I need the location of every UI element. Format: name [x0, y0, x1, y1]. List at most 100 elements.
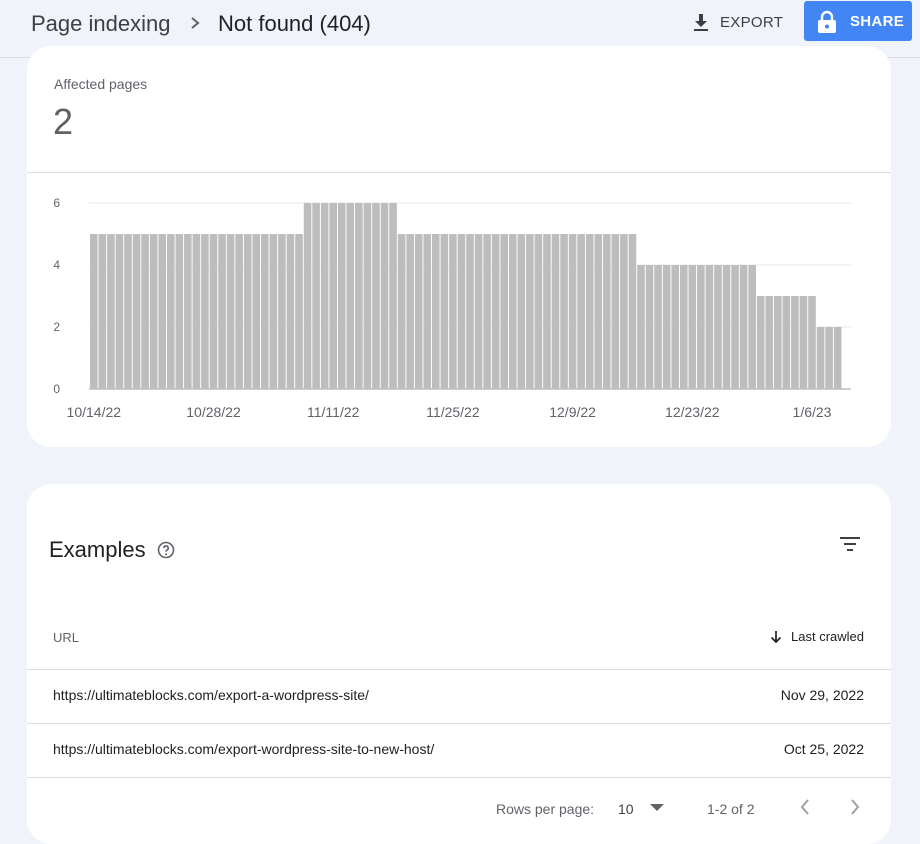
- filter-icon[interactable]: [839, 535, 861, 553]
- chart-bar: [748, 265, 756, 389]
- chart-bar: [671, 265, 679, 389]
- chart-bar: [603, 234, 611, 389]
- chart-bar: [560, 234, 568, 389]
- chart-bar: [637, 265, 645, 389]
- help-circle-icon[interactable]: [157, 541, 175, 559]
- chart-bar: [628, 234, 637, 389]
- chart-bar: [697, 265, 705, 389]
- chart-bar: [620, 234, 628, 389]
- y-tick-label: 6: [53, 196, 60, 210]
- chart-bar: [679, 265, 688, 389]
- x-tick-label: 11/25/22: [426, 404, 480, 420]
- chart-bar: [201, 234, 209, 389]
- chart-bar: [816, 327, 825, 389]
- chart-bar: [141, 234, 149, 389]
- chart-bar: [414, 234, 423, 389]
- chart-bar: [269, 234, 278, 389]
- chart-bar: [252, 234, 261, 389]
- x-tick-label: 10/28/22: [186, 404, 241, 420]
- chart-bar: [722, 265, 731, 389]
- page-title: Not found (404): [218, 11, 371, 36]
- chart-bar: [406, 234, 414, 389]
- chevron-left-icon[interactable]: [797, 797, 813, 817]
- chart-bar: [594, 234, 603, 389]
- rows-per-page-label: Rows per page:: [496, 801, 595, 817]
- divider: [27, 777, 891, 778]
- chart-bar: [124, 234, 132, 389]
- chart-bar: [791, 296, 799, 389]
- chevron-right-icon[interactable]: [847, 797, 863, 817]
- chart-bar: [714, 265, 722, 389]
- x-tick-label: 11/11/22: [307, 404, 360, 420]
- chart-bar: [312, 203, 320, 389]
- chart-bar: [261, 234, 269, 389]
- chart-bar: [756, 296, 765, 389]
- chart-bar: [799, 296, 808, 389]
- chart-bar: [397, 234, 406, 389]
- column-header-last-crawled[interactable]: Last crawled: [769, 629, 864, 644]
- chart-bar: [808, 296, 816, 389]
- export-button[interactable]: EXPORT: [688, 8, 787, 36]
- chart-bar: [158, 234, 166, 389]
- chart-bar: [115, 234, 124, 389]
- x-tick-label: 10/14/22: [67, 404, 122, 420]
- breadcrumb-parent[interactable]: Page indexing: [31, 11, 170, 37]
- chart-bar: [337, 203, 346, 389]
- chart-bar: [774, 296, 782, 389]
- chart-bar: [98, 234, 107, 389]
- chart-bar: [705, 265, 714, 389]
- chart-bar: [107, 234, 115, 389]
- pagination-range: 1-2 of 2: [707, 801, 755, 817]
- chart-bar: [286, 234, 295, 389]
- chart-bar: [825, 327, 833, 389]
- chart-bar: [184, 234, 192, 389]
- chart-bar: [132, 234, 141, 389]
- chart-bar: [149, 234, 158, 389]
- x-tick-label: 12/23/22: [665, 404, 720, 420]
- chart-bar: [654, 265, 662, 389]
- chart-bar: [218, 234, 226, 389]
- examples-card: Examples URL Last crawled https://ultima…: [27, 484, 891, 844]
- lock-icon: [818, 10, 836, 33]
- chart-bar: [457, 234, 466, 389]
- share-button[interactable]: SHARE: [804, 1, 912, 41]
- chart-bar: [568, 234, 577, 389]
- chart-bar: [662, 265, 671, 389]
- dropdown-arrow-icon: [650, 804, 664, 811]
- y-tick-label: 4: [53, 258, 60, 272]
- chart-bar: [166, 234, 175, 389]
- chart-bar: [320, 203, 329, 389]
- chart-bar: [731, 265, 739, 389]
- chart-bar: [432, 234, 440, 389]
- export-label: EXPORT: [720, 13, 784, 31]
- chart-bar: [833, 327, 842, 389]
- rows-per-page-value: 10: [618, 801, 634, 817]
- row-url[interactable]: https://ultimateblocks.com/export-a-word…: [53, 687, 369, 703]
- chart-bar: [192, 234, 201, 389]
- rows-per-page-select[interactable]: 10: [618, 796, 668, 820]
- x-tick-label: 1/6/23: [793, 404, 832, 420]
- chart-bar: [517, 234, 526, 389]
- last-crawled-label: Last crawled: [791, 629, 864, 644]
- examples-title: Examples: [49, 537, 146, 562]
- row-last-crawled: Nov 29, 2022: [780, 687, 864, 703]
- chart-bar: [645, 265, 654, 389]
- row-last-crawled: Oct 25, 2022: [783, 741, 864, 757]
- chevron-right-icon: [191, 17, 200, 29]
- chart-bar: [449, 234, 457, 389]
- chart-bar: [483, 234, 491, 389]
- row-url[interactable]: https://ultimateblocks.com/export-wordpr…: [53, 741, 434, 757]
- chart-bar: [739, 265, 748, 389]
- divider: [27, 669, 891, 670]
- chart-bar: [90, 234, 98, 389]
- download-icon: [694, 14, 708, 31]
- chart-bar: [543, 234, 551, 389]
- column-header-url[interactable]: URL: [53, 630, 79, 645]
- chart-bar: [355, 203, 363, 389]
- chart-bar: [209, 234, 218, 389]
- arrow-down-icon: [770, 630, 782, 643]
- chart-bar: [765, 296, 774, 389]
- chart-bar: [363, 203, 372, 389]
- chart-bar: [235, 234, 243, 389]
- x-tick-label: 12/9/22: [549, 404, 596, 420]
